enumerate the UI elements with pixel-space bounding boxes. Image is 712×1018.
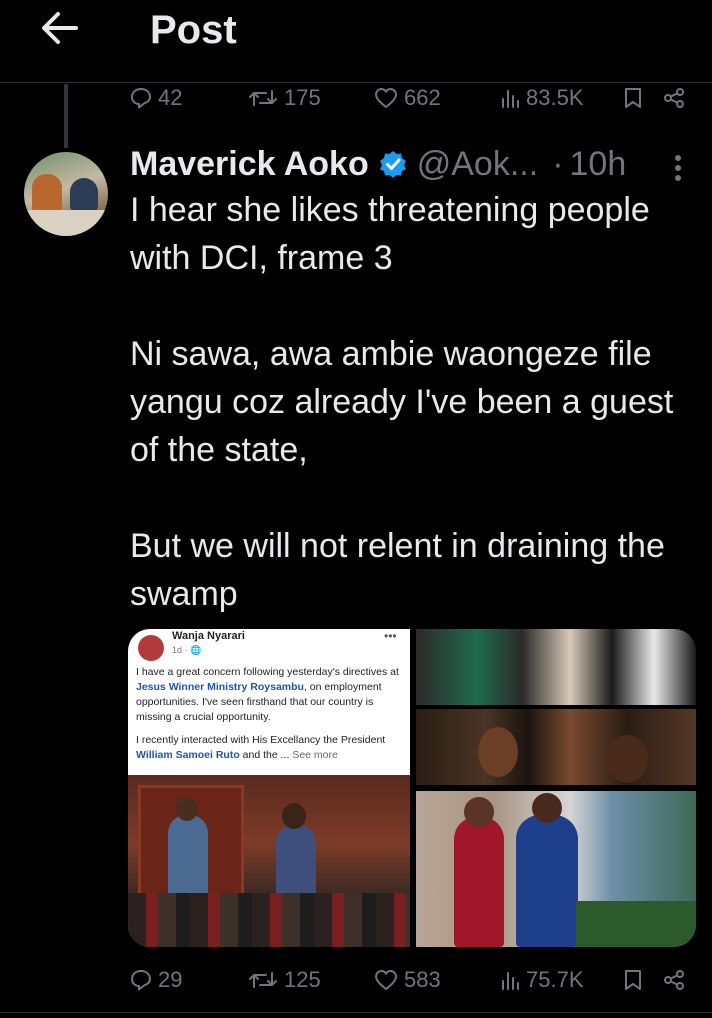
view-count: 75.7K (526, 967, 584, 992)
like-button[interactable]: 583 (374, 964, 441, 996)
reply-count: 42 (158, 85, 183, 110)
post-paragraph: But we will not relent in draining the s… (130, 527, 665, 613)
page-title: Post (150, 8, 237, 52)
share-button[interactable] (662, 964, 686, 996)
screenshot-body: I have a great concern following yesterd… (136, 666, 399, 761)
screenshot-meta: 1d · 🌐 (172, 645, 202, 655)
author-name[interactable]: Maverick Aoko (130, 140, 369, 188)
media-photo-2[interactable] (416, 709, 696, 785)
like-icon (374, 87, 398, 109)
author-avatar[interactable] (24, 152, 108, 236)
repost-icon (248, 87, 278, 109)
screenshot-avatar (138, 635, 164, 661)
post-time[interactable]: 10h (570, 140, 627, 188)
back-button[interactable] (36, 4, 84, 52)
like-count: 662 (404, 85, 441, 110)
like-icon (374, 969, 398, 991)
verified-badge-icon (379, 150, 407, 178)
bookmark-button[interactable] (624, 964, 642, 996)
top-bar: Post (0, 0, 712, 83)
post-media-grid: Wanja Nyarari 1d · 🌐 ••• I have a great … (128, 629, 696, 947)
view-count: 83.5K (526, 85, 584, 110)
media-photo-3[interactable] (416, 791, 696, 947)
post-action-bar: 29 125 583 75.7K (0, 964, 712, 996)
previous-post-action-bar: 42 175 662 83.5K (0, 82, 712, 114)
reply-icon (130, 87, 152, 109)
globe-icon: 🌐 (190, 645, 202, 655)
reply-count: 29 (158, 967, 183, 992)
media-photo-1[interactable] (416, 629, 696, 705)
share-icon (662, 969, 686, 991)
post-paragraph: I hear she likes threatening people with… (130, 191, 650, 277)
share-button[interactable] (662, 82, 686, 114)
more-options-button[interactable] (668, 150, 688, 186)
views-icon (500, 969, 520, 991)
repost-count: 125 (284, 967, 321, 992)
views-button[interactable]: 75.7K (500, 964, 584, 996)
post-header: Maverick Aoko @Aok... · 10h (130, 140, 690, 188)
share-icon (662, 87, 686, 109)
author-handle[interactable]: @Aok... (417, 140, 538, 188)
media-screenshot-image[interactable]: Wanja Nyarari 1d · 🌐 ••• I have a great … (128, 629, 410, 947)
repost-button[interactable]: 125 (248, 964, 321, 996)
views-icon (500, 87, 520, 109)
more-icon (675, 155, 681, 181)
repost-icon (248, 969, 278, 991)
bookmark-icon (624, 87, 642, 109)
post-text: I hear she likes threatening people with… (130, 186, 700, 618)
reply-button[interactable]: 42 (130, 82, 182, 114)
post-paragraph: Ni sawa, awa ambie waongeze file yangu c… (130, 335, 674, 469)
repost-count: 175 (284, 85, 321, 110)
back-arrow-icon (42, 12, 78, 44)
repost-button[interactable]: 175 (248, 82, 321, 114)
like-count: 583 (404, 967, 441, 992)
screenshot-photo (128, 775, 410, 947)
views-button[interactable]: 83.5K (500, 82, 584, 114)
screenshot-author: Wanja Nyarari (172, 630, 245, 642)
time-separator: · (552, 145, 564, 183)
bookmark-icon (624, 969, 642, 991)
reply-icon (130, 969, 152, 991)
divider (0, 1012, 712, 1013)
reply-button[interactable]: 29 (130, 964, 182, 996)
like-button[interactable]: 662 (374, 82, 441, 114)
screenshot-menu-icon: ••• (384, 629, 397, 643)
bookmark-button[interactable] (624, 82, 642, 114)
